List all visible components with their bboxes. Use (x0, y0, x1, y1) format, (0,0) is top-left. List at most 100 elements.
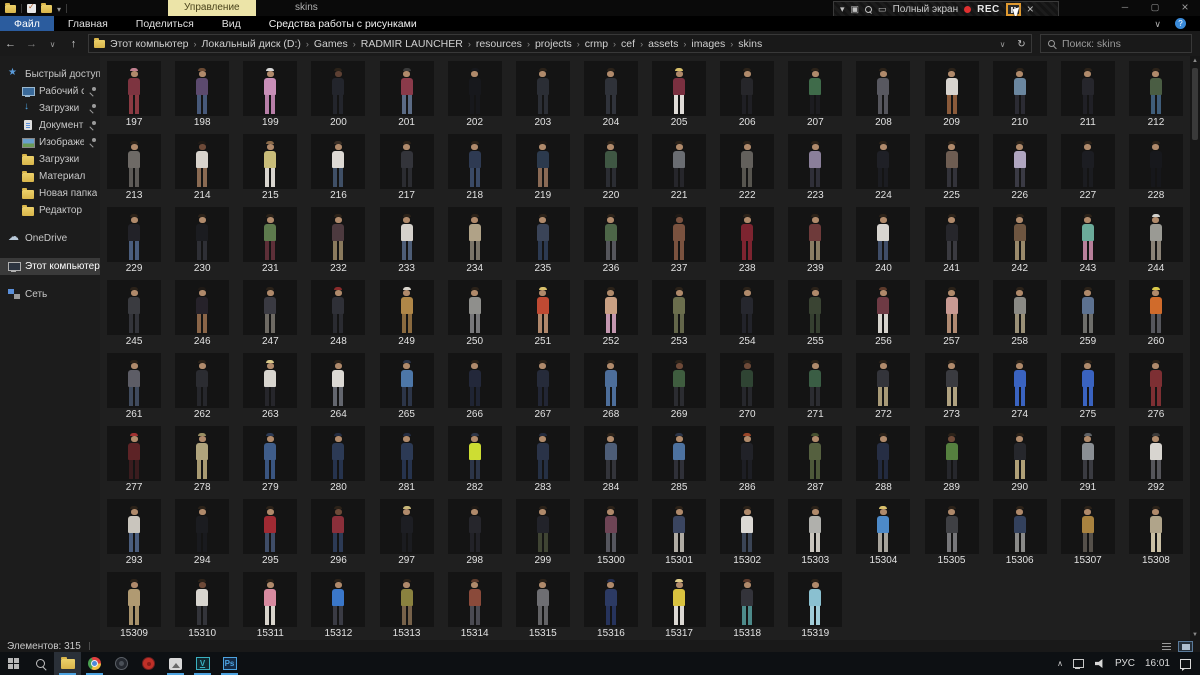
sidebar-item[interactable]: Изображения (0, 134, 100, 151)
icons-view-button[interactable] (1178, 640, 1193, 652)
close-button[interactable] (1170, 0, 1200, 16)
ribbon-tab[interactable]: Главная (54, 16, 122, 31)
file-item[interactable] (311, 499, 366, 554)
file-item[interactable] (1128, 499, 1183, 554)
region-capture-icon[interactable] (878, 2, 887, 17)
up-button[interactable] (63, 38, 84, 50)
folder-icon[interactable] (5, 2, 16, 13)
file-item[interactable] (243, 572, 298, 627)
scroll-up-icon[interactable]: ▲ (1190, 56, 1200, 66)
file-item[interactable] (1128, 280, 1183, 335)
file-item[interactable] (583, 572, 638, 627)
file-item[interactable] (515, 426, 570, 481)
obs-taskbar-button[interactable] (108, 652, 135, 675)
file-item[interactable] (1060, 499, 1115, 554)
file-item[interactable] (515, 280, 570, 335)
file-item[interactable] (856, 61, 911, 116)
file-item[interactable] (720, 134, 775, 189)
file-item[interactable] (788, 280, 843, 335)
file-item[interactable] (379, 353, 434, 408)
explorer-taskbar-button[interactable] (54, 652, 81, 675)
file-item[interactable] (652, 499, 707, 554)
file-item[interactable] (515, 207, 570, 262)
file-item[interactable] (311, 134, 366, 189)
search-taskbar-button[interactable] (27, 652, 54, 675)
breadcrumb-item[interactable]: skins (733, 38, 767, 50)
breadcrumb-item[interactable]: RADMIR LAUNCHER (356, 38, 468, 50)
file-item[interactable] (720, 426, 775, 481)
file-item[interactable] (515, 61, 570, 116)
file-item[interactable] (311, 280, 366, 335)
file-item[interactable] (107, 61, 162, 116)
file-item[interactable] (1128, 61, 1183, 116)
sidebar-item[interactable]: Новая папка (0, 185, 100, 202)
file-item[interactable] (515, 572, 570, 627)
language-indicator[interactable]: РУС (1115, 658, 1135, 669)
file-item[interactable] (515, 499, 570, 554)
file-item[interactable] (992, 353, 1047, 408)
file-item[interactable] (788, 499, 843, 554)
file-item[interactable] (1060, 134, 1115, 189)
file-item[interactable] (652, 61, 707, 116)
file-item[interactable] (515, 353, 570, 408)
sidebar-item[interactable]: Загрузки (0, 100, 100, 117)
file-item[interactable] (924, 499, 979, 554)
file-item[interactable] (379, 572, 434, 627)
file-item[interactable] (243, 499, 298, 554)
file-item[interactable] (311, 207, 366, 262)
chevron-down-icon[interactable] (57, 0, 61, 17)
file-item[interactable] (652, 353, 707, 408)
clock[interactable]: 16:01 (1145, 658, 1170, 669)
scrollbar-thumb[interactable] (1192, 68, 1198, 140)
file-item[interactable] (1060, 426, 1115, 481)
file-item[interactable] (447, 61, 502, 116)
file-item[interactable] (107, 426, 162, 481)
file-item[interactable] (311, 353, 366, 408)
back-button[interactable] (0, 38, 21, 50)
file-item[interactable] (175, 61, 230, 116)
maximize-button[interactable] (1140, 0, 1170, 16)
file-item[interactable] (788, 134, 843, 189)
file-item[interactable] (992, 61, 1047, 116)
file-item[interactable] (107, 134, 162, 189)
sidebar-item[interactable]: Редактор (0, 202, 100, 219)
file-item[interactable] (583, 353, 638, 408)
action-center-icon[interactable] (1180, 658, 1191, 671)
file-item[interactable] (652, 280, 707, 335)
file-item[interactable] (175, 280, 230, 335)
file-item[interactable] (107, 280, 162, 335)
file-item[interactable] (379, 499, 434, 554)
file-item[interactable] (175, 207, 230, 262)
sidebar-item[interactable]: Быстрый доступ (0, 66, 100, 83)
tray-chevron-up-icon[interactable] (1057, 658, 1063, 669)
file-item[interactable] (720, 207, 775, 262)
file-item[interactable] (379, 61, 434, 116)
photos-taskbar-button[interactable] (162, 652, 189, 675)
file-item[interactable] (788, 207, 843, 262)
file-item[interactable] (447, 499, 502, 554)
file-item[interactable] (856, 499, 911, 554)
file-item[interactable] (311, 426, 366, 481)
chevron-down-icon[interactable] (840, 2, 845, 17)
file-item[interactable] (856, 426, 911, 481)
file-item[interactable] (992, 280, 1047, 335)
ribbon-tab[interactable]: Поделиться (122, 16, 208, 31)
file-item[interactable] (107, 499, 162, 554)
file-item[interactable] (992, 426, 1047, 481)
file-item[interactable] (924, 61, 979, 116)
minimize-button[interactable] (1110, 0, 1140, 16)
file-item[interactable] (1060, 353, 1115, 408)
address-dropdown-icon[interactable] (993, 38, 1012, 50)
breadcrumb-item[interactable]: crmp (580, 38, 613, 50)
file-item[interactable] (243, 134, 298, 189)
file-item[interactable] (924, 207, 979, 262)
details-view-button[interactable] (1159, 641, 1174, 652)
file-item[interactable] (175, 134, 230, 189)
file-item[interactable] (720, 61, 775, 116)
forward-button[interactable] (21, 38, 42, 50)
contextual-tab[interactable]: Средства работы с рисунками (255, 16, 431, 31)
contextual-tab-header[interactable]: Управление (168, 0, 256, 16)
file-item[interactable] (175, 426, 230, 481)
file-item[interactable] (856, 280, 911, 335)
file-item[interactable] (311, 61, 366, 116)
